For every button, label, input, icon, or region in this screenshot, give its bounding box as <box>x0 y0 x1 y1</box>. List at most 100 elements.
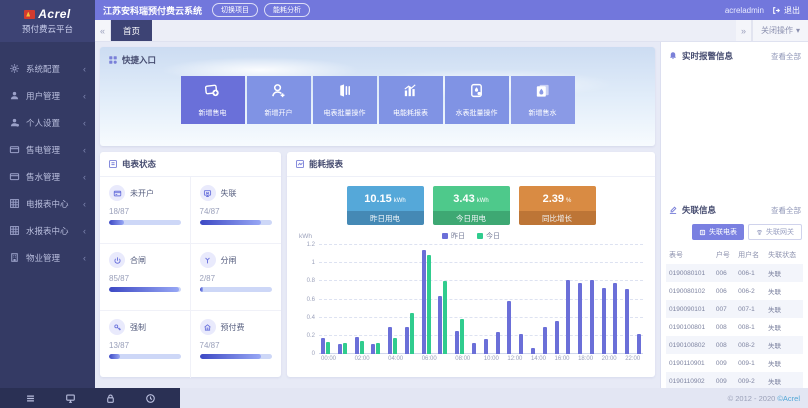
legend-swatch <box>442 233 448 239</box>
quick-button-label: 电能耗报表 <box>393 108 428 118</box>
main-content: 快捷入口 新增售电新增开户电表批量操作电能耗报表水表批量操作新增售水 电表状态 … <box>95 42 660 388</box>
monitor-icon[interactable] <box>65 393 76 404</box>
legend-item[interactable]: 今日 <box>477 231 500 241</box>
tab-bar: « 首页 » 关闭操作 ▾ <box>95 20 808 42</box>
table-row[interactable]: 0190110901009009-1失联 <box>666 354 803 372</box>
legend-item[interactable]: 昨日 <box>442 231 465 241</box>
status-cell-5[interactable]: 强制13/87 <box>100 311 191 378</box>
quick-button-4[interactable]: 电能耗报表 <box>379 76 443 124</box>
offline-meters-button[interactable]: 失联电表 <box>692 224 744 240</box>
logout-icon <box>772 6 781 15</box>
status-count: 74/87 <box>200 341 273 350</box>
tab-home[interactable]: 首页 <box>111 20 152 41</box>
status-cell-3[interactable]: 合闸85/87 <box>100 244 191 311</box>
sidebar-item-3[interactable]: 个人设置‹ <box>0 109 95 136</box>
table-row[interactable]: 0190090101007007-1失联 <box>666 300 803 318</box>
sidebar-item-5[interactable]: 售水管理‹ <box>0 163 95 190</box>
quick-button-label: 新增售水 <box>529 108 557 118</box>
chevron-down-icon: ▾ <box>796 26 800 35</box>
card-icon <box>9 171 20 182</box>
alarm-bell-icon <box>668 51 678 61</box>
status-cell-2[interactable]: 失联74/87 <box>191 177 282 244</box>
quick-button-5[interactable]: 水表批量操作 <box>445 76 509 124</box>
copyright: © 2012 - 2020 ©Acrel <box>728 394 800 403</box>
sell-electricity-icon <box>204 82 221 104</box>
x-tick-label: 16:00 <box>555 356 570 362</box>
offline-icon <box>200 185 216 201</box>
meter-status-panel: 电表状态 未开户18/87失联74/87合闸85/87分闸2/87强制13/87… <box>100 152 281 377</box>
status-count: 74/87 <box>200 207 273 216</box>
offline-filter-buttons: 失联电表 失联网关 <box>661 222 808 244</box>
table-row[interactable]: 0190080101006006-1失联 <box>666 264 803 282</box>
chevron-left-icon: ‹ <box>83 118 86 128</box>
bar-group <box>438 245 447 354</box>
tabs-scroll-left[interactable]: « <box>95 20 111 41</box>
chevron-left-icon: ‹ <box>83 226 86 236</box>
table-row[interactable]: 0190100802008008-2失联 <box>666 336 803 354</box>
sidebar-item-2[interactable]: 用户管理‹ <box>0 82 95 109</box>
x-tick-label: 12:00 <box>507 356 522 362</box>
close-operations-dropdown[interactable]: 关闭操作 ▾ <box>752 20 808 41</box>
gateway-icon <box>756 229 763 236</box>
table-cell: 0190100801 <box>666 318 713 336</box>
menu-icon[interactable] <box>25 393 36 404</box>
logo-title: Acrel <box>38 7 71 21</box>
alarm-view-all-link[interactable]: 查看全部 <box>771 51 801 62</box>
table-cell: 008 <box>713 336 735 354</box>
quick-button-3[interactable]: 电表批量操作 <box>313 76 377 124</box>
grid-icon <box>9 225 20 236</box>
table-row[interactable]: 0190100801008008-1失联 <box>666 318 803 336</box>
energy-report-panel: 能耗报表 10.15kWh昨日用电3.43kWh今日用电2.39%同比增长 kW… <box>287 152 655 377</box>
sidebar: Acrel 预付费云平台 系统配置‹用户管理‹个人设置‹售电管理‹售水管理‹电报… <box>0 0 95 388</box>
logo-subtitle: 预付费云平台 <box>22 23 73 35</box>
status-label: 强制 <box>130 322 146 333</box>
chevron-left-icon: ‹ <box>83 199 86 209</box>
quick-button-label: 新增开户 <box>265 108 293 118</box>
bar-yesterday <box>455 331 459 354</box>
table-cell: 失联 <box>765 318 803 336</box>
sidebar-item-8[interactable]: 物业管理‹ <box>0 244 95 271</box>
sidebar-item-6[interactable]: 电报表中心‹ <box>0 190 95 217</box>
table-cell: 009 <box>713 354 735 372</box>
username[interactable]: acreladmin <box>725 6 764 15</box>
clock-icon[interactable] <box>145 393 156 404</box>
sidebar-item-label: 售水管理 <box>26 171 83 183</box>
lock-icon[interactable] <box>105 393 116 404</box>
status-cell-1[interactable]: 未开户18/87 <box>100 177 191 244</box>
logout-button[interactable]: 退出 <box>772 5 800 16</box>
card-icon <box>9 144 20 155</box>
offline-gateways-button[interactable]: 失联网关 <box>748 224 802 240</box>
table-cell: 006 <box>713 282 735 300</box>
add-user-icon <box>270 82 287 104</box>
bar-group: 22:00 <box>625 245 629 354</box>
quick-button-2[interactable]: 新增开户 <box>247 76 311 124</box>
sidebar-item-label: 物业管理 <box>26 252 83 264</box>
offline-panel-title: 失联信息 <box>682 204 771 216</box>
quick-button-1[interactable]: 新增售电 <box>181 76 245 124</box>
bar-group <box>472 245 476 354</box>
alarm-panel-title: 实时报警信息 <box>682 50 771 62</box>
sidebar-item-4[interactable]: 售电管理‹ <box>0 136 95 163</box>
status-count: 2/87 <box>200 274 273 283</box>
bar-yesterday <box>484 339 488 354</box>
switch-project-button[interactable]: 切换项目 <box>212 3 258 17</box>
offline-view-all-link[interactable]: 查看全部 <box>771 205 801 216</box>
tabs-scroll-right[interactable]: » <box>736 20 752 41</box>
status-progress-bar <box>109 220 181 225</box>
status-label: 未开户 <box>130 188 154 199</box>
stat-value: 3.43 <box>453 193 474 205</box>
status-cell-6[interactable]: 预付费74/87 <box>191 311 282 378</box>
logo[interactable]: Acrel 预付费云平台 <box>0 0 95 42</box>
acrel-link[interactable]: ©Acrel <box>777 394 800 403</box>
status-cell-4[interactable]: 分闸2/87 <box>191 244 282 311</box>
quick-button-6[interactable]: 新增售水 <box>511 76 575 124</box>
bar-group <box>519 245 523 354</box>
energy-stat-card-1: 10.15kWh昨日用电 <box>347 186 424 225</box>
table-cell: 0190100802 <box>666 336 713 354</box>
bar-today <box>393 338 397 354</box>
sidebar-item-7[interactable]: 水报表中心‹ <box>0 217 95 244</box>
energy-analysis-button[interactable]: 能耗分析 <box>264 3 310 17</box>
table-row[interactable]: 0190080102006006-2失联 <box>666 282 803 300</box>
sidebar-item-1[interactable]: 系统配置‹ <box>0 55 95 82</box>
water-batch-icon <box>468 82 485 104</box>
